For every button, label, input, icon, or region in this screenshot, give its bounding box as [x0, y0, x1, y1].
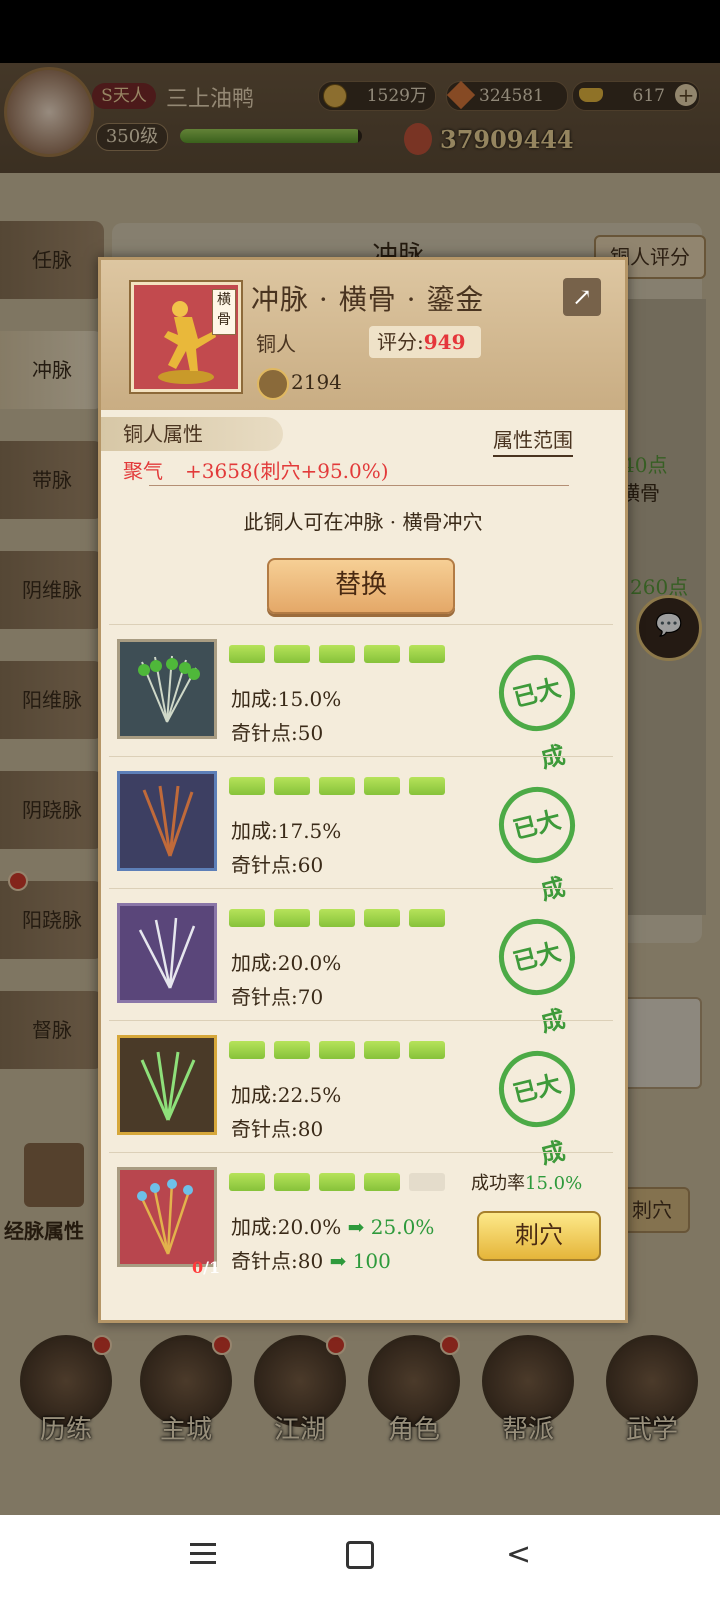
menu-icon[interactable] [190, 1543, 216, 1565]
progress-bars [229, 777, 454, 799]
divider [149, 485, 569, 486]
completed-stamp: 已大成 [490, 646, 584, 774]
bonus-text: 加成:20.0% [231, 951, 342, 975]
silver-needle-icon [117, 903, 217, 1003]
score-value: 949 [423, 330, 466, 354]
bonus-text: 加成:20.0% ➡ 25.0% [231, 1215, 435, 1239]
needle-row: 加成:17.5% 奇针点:60 已大成 [109, 756, 613, 906]
share-button[interactable]: ↗ [563, 278, 601, 316]
copper-needle-icon [117, 771, 217, 871]
needle-row: 加成:20.0% 奇针点:70 已大成 [109, 888, 613, 1038]
needle-owned-count: 0/1 [192, 1258, 221, 1277]
section-tab: 铜人属性 [101, 417, 283, 451]
progress-bars [229, 1173, 454, 1195]
points-text: 奇针点:60 [231, 853, 324, 877]
points-text: 奇针点:50 [231, 721, 324, 745]
bonus-text: 加成:15.0% [231, 687, 342, 711]
completed-stamp: 已大成 [490, 778, 584, 906]
bronze-figure-portrait: 横骨 [131, 282, 241, 392]
bonus-text: 加成:22.5% [231, 1083, 342, 1107]
acupoint-note: 此铜人可在冲脉 · 横骨冲穴 [243, 510, 483, 534]
arrow-right-icon: ➡ [329, 1249, 347, 1273]
needle-row-next: 0/1 成功率15.0% 加成:20.0% ➡ 25.0% 奇针点:80 ➡ 1… [109, 1152, 613, 1283]
back-icon[interactable]: < [506, 1537, 531, 1572]
system-navigation-bar: < [0, 1515, 720, 1600]
attribute-range-link[interactable]: 属性范围 [493, 424, 573, 457]
home-icon[interactable] [346, 1541, 374, 1569]
replace-button[interactable]: 替换 [267, 558, 455, 614]
score-box: 评分:949 [369, 326, 481, 358]
figure-count: 2194 [291, 370, 342, 394]
points-text: 奇针点:80 [231, 1117, 324, 1141]
figure-type: 铜人 [256, 332, 296, 356]
dialog-header: 横骨 冲脉 · 横骨 · 鎏金 铜人 评分:949 2194 ↗ [101, 260, 625, 410]
portrait-tag: 横骨 [212, 289, 236, 335]
figure-count-icon [257, 368, 289, 400]
jade-needle-icon [117, 1035, 217, 1135]
bonus-text: 加成:17.5% [231, 819, 342, 843]
progress-bars [229, 645, 454, 667]
attribute-value: +3658(刺穴+95.0%) [185, 459, 389, 483]
completed-stamp: 已大成 [490, 910, 584, 1038]
attribute-line: 聚气 +3658(刺穴+95.0%) [123, 455, 389, 484]
completed-stamp: 已大成 [490, 1042, 584, 1170]
progress-bars [229, 1041, 454, 1063]
green-needle-icon [117, 639, 217, 739]
progress-bars [229, 909, 454, 931]
needle-row: 加成:22.5% 奇针点:80 已大成 [109, 1020, 613, 1170]
bronze-figure-dialog: 横骨 冲脉 · 横骨 · 鎏金 铜人 评分:949 2194 ↗ 铜人属性 属性… [98, 257, 628, 1323]
points-text: 奇针点:70 [231, 985, 324, 1009]
pierce-button[interactable]: 刺穴 [477, 1211, 601, 1261]
arrow-right-icon: ➡ [347, 1215, 365, 1239]
jeweled-needle-icon[interactable]: 0/1 [117, 1167, 220, 1277]
points-text: 奇针点:80 ➡ 100 [231, 1249, 391, 1273]
share-icon: ↗ [571, 283, 593, 311]
success-rate: 成功率15.0% [471, 1173, 583, 1194]
dialog-title: 冲脉 · 横骨 · 鎏金 [251, 283, 485, 316]
needle-row: 加成:15.0% 奇针点:50 已大成 [109, 624, 613, 774]
attribute-name: 聚气 [123, 459, 163, 483]
